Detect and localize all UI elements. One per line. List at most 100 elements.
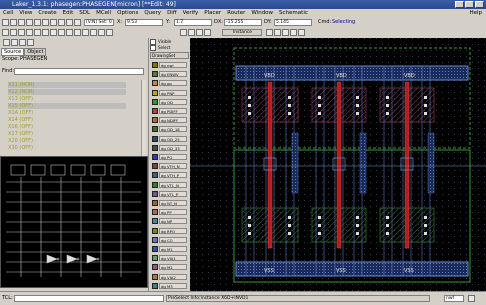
- layer-swatch[interactable]: [152, 181, 158, 188]
- layer-button[interactable]: dg OD_33: [159, 144, 187, 151]
- layer-row-pdiff[interactable]: dg PDIFF: [150, 108, 190, 114]
- layer-row-vtl_n[interactable]: dg VTL_N: [150, 181, 190, 188]
- layer-button[interactable]: dg M2: [159, 264, 187, 271]
- layer-icon[interactable]: [282, 29, 289, 36]
- layer-button[interactable]: dg VTL_P: [159, 190, 187, 197]
- layer-swatch[interactable]: [152, 62, 158, 68]
- layer-row-via1[interactable]: dg VIA1: [150, 255, 190, 262]
- layer-swatch[interactable]: [152, 209, 158, 216]
- tab-source[interactable]: Source: [1, 48, 25, 56]
- layer-row-od_25[interactable]: dg OD_25: [150, 135, 190, 142]
- layer-swatch[interactable]: [152, 190, 158, 197]
- undo-icon[interactable]: [34, 19, 41, 26]
- layer-button[interactable]: dg pp: [159, 80, 187, 87]
- list-item[interactable]: X16 (OFF): [8, 124, 33, 130]
- list-item[interactable]: X20 (OFF): [8, 138, 33, 144]
- instance-icon[interactable]: [106, 29, 113, 36]
- filter-icon[interactable]: [11, 39, 18, 46]
- via-icon[interactable]: [82, 29, 89, 36]
- layer-row-via2[interactable]: dg VIA2: [150, 273, 190, 280]
- layer-button[interactable]: dg CO: [159, 236, 187, 243]
- minimize-button[interactable]: [455, 1, 464, 8]
- layer-row-nwl[interactable]: dg nwl: [150, 62, 190, 68]
- close-button[interactable]: [475, 1, 484, 8]
- tcl-input[interactable]: [14, 295, 164, 302]
- maximize-button[interactable]: [465, 1, 474, 8]
- snap-field[interactable]: (V:N) Set: 0: [84, 19, 114, 26]
- menu-sdl[interactable]: SDL: [79, 9, 90, 18]
- layer-row-vtl_p[interactable]: dg VTL_P: [150, 190, 190, 197]
- layer-row-rpo[interactable]: dg RPO: [150, 227, 190, 234]
- layer-swatch[interactable]: [152, 80, 158, 87]
- new-icon[interactable]: [2, 19, 9, 26]
- layer-swatch[interactable]: [152, 71, 158, 78]
- layer-row-vth_n[interactable]: dg VTH_N: [150, 163, 190, 170]
- zoom-in-icon[interactable]: [50, 19, 57, 26]
- layer-button[interactable]: dg VIA2: [159, 273, 187, 280]
- layer-button[interactable]: dg VTH_N: [159, 163, 187, 170]
- snap-icon[interactable]: [274, 29, 281, 36]
- layer-row-nt_n[interactable]: dg NT_N: [150, 200, 190, 206]
- layer-row-pp[interactable]: dg PP: [150, 209, 190, 216]
- layer-swatch[interactable]: [152, 200, 158, 206]
- menu-query[interactable]: Query: [144, 9, 161, 18]
- label-icon[interactable]: [98, 29, 105, 36]
- mode-selector[interactable]: Instance: [222, 29, 262, 36]
- find-input[interactable]: [14, 68, 144, 75]
- list-item[interactable]: X12 (NOR): [8, 89, 126, 95]
- path-icon[interactable]: [58, 29, 65, 36]
- settings-icon[interactable]: [298, 29, 305, 36]
- layer-swatch[interactable]: [152, 89, 158, 96]
- layer-swatch[interactable]: [152, 273, 158, 280]
- layer-swatch[interactable]: [152, 144, 158, 151]
- menu-schematic[interactable]: Schematic: [279, 9, 308, 18]
- print-icon[interactable]: [26, 19, 33, 26]
- layer-button[interactable]: dg OD_18: [159, 126, 187, 133]
- layer-button[interactable]: dg ENWV: [159, 71, 187, 78]
- layout-canvas[interactable]: VBD VBD VBD VSS VSS VSS: [190, 38, 486, 291]
- layer-swatch[interactable]: [152, 98, 158, 105]
- layer-row-co[interactable]: dg CO: [150, 236, 190, 243]
- menu-router[interactable]: Router: [227, 9, 245, 18]
- pan-icon[interactable]: [74, 19, 81, 26]
- layer-swatch[interactable]: [152, 117, 158, 124]
- layer-swatch[interactable]: [152, 227, 158, 234]
- save-icon[interactable]: [18, 19, 25, 26]
- expand-icon[interactable]: [19, 39, 26, 46]
- layer-swatch[interactable]: [152, 154, 158, 160]
- rectangle-icon[interactable]: [66, 29, 73, 36]
- list-item[interactable]: X15 (OFF): [8, 103, 126, 109]
- layer-swatch[interactable]: [152, 246, 158, 252]
- status-icon[interactable]: [468, 295, 475, 302]
- menu-options[interactable]: Options: [117, 9, 138, 18]
- layer-row-pnp[interactable]: dg PNP: [150, 89, 190, 96]
- menu-help[interactable]: Help: [469, 9, 482, 18]
- drc-icon[interactable]: [180, 29, 187, 36]
- layer-button[interactable]: dg NP: [159, 218, 187, 225]
- layer-swatch[interactable]: [152, 108, 158, 114]
- layer-swatch[interactable]: [152, 264, 158, 271]
- lvs-icon[interactable]: [188, 29, 195, 36]
- layer-button[interactable]: dg PO: [159, 154, 187, 160]
- layer-row-m1[interactable]: dg M1: [150, 246, 190, 252]
- collapse-icon[interactable]: [27, 39, 34, 46]
- layer-swatch[interactable]: [152, 172, 158, 179]
- layer-swatch[interactable]: [152, 255, 158, 262]
- menu-placer[interactable]: Placer: [204, 9, 221, 18]
- layer-swatch[interactable]: [152, 282, 158, 289]
- layer-row-od_33[interactable]: dg OD_33: [150, 144, 190, 151]
- grid-icon[interactable]: [266, 29, 273, 36]
- layer-button[interactable]: dg VTL_N: [159, 181, 187, 188]
- layer-swatch[interactable]: [152, 126, 158, 133]
- menu-verify[interactable]: Verify: [183, 9, 199, 18]
- menu-mcell[interactable]: MCell: [96, 9, 111, 18]
- layer-row-m2[interactable]: dg M2: [150, 264, 190, 271]
- move-icon[interactable]: [10, 29, 17, 36]
- layer-row-vth_p[interactable]: dg VTH_P: [150, 172, 190, 179]
- select-icon[interactable]: [2, 29, 9, 36]
- list-scrollbar[interactable]: [141, 80, 146, 156]
- copy-icon[interactable]: [18, 29, 25, 36]
- menu-window[interactable]: Window: [251, 9, 273, 18]
- list-item[interactable]: X17 (OFF): [8, 131, 33, 137]
- layer-swatch[interactable]: [152, 218, 158, 225]
